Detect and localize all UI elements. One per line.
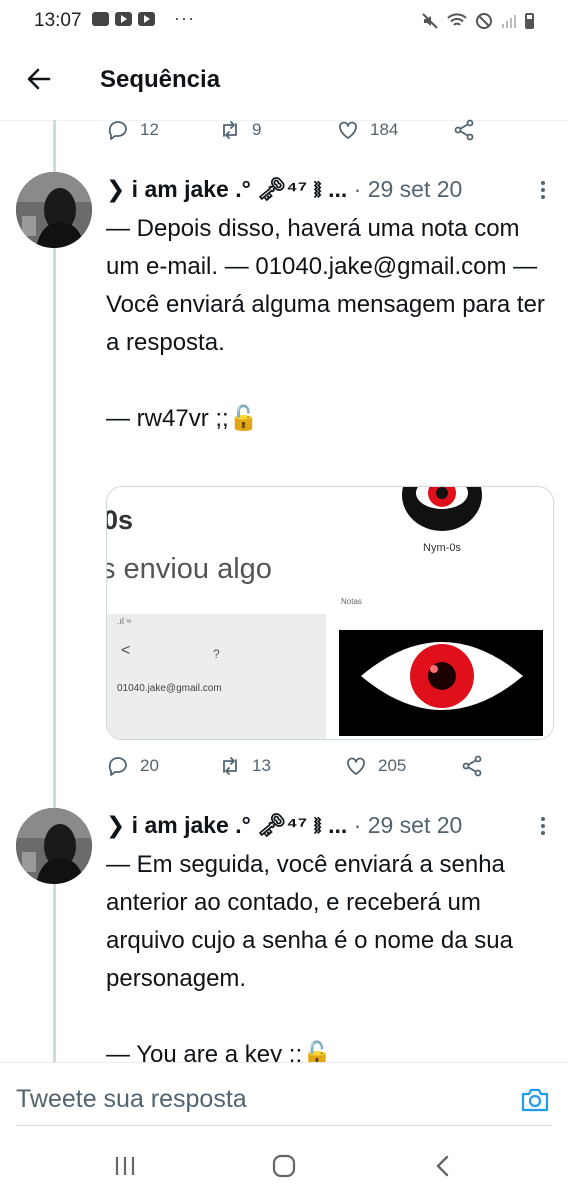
media-1-title: 0s bbox=[107, 505, 134, 535]
status-bar: 13:07 ··· bbox=[0, 0, 568, 44]
app-header: Sequência bbox=[0, 44, 568, 121]
media-3-back-icon: < bbox=[121, 642, 131, 659]
reply-icon bbox=[108, 757, 127, 776]
camera-icon[interactable] bbox=[520, 1085, 550, 1115]
tweet-date[interactable]: · 29 set 20 bbox=[347, 812, 463, 838]
tweet-text: — Em seguida, você enviará a senha anter… bbox=[106, 846, 546, 1062]
avatar-image bbox=[16, 172, 92, 248]
wifi-icon bbox=[447, 13, 467, 26]
media-grid[interactable]: 0s s enviou algo Nym-0s Notas .ıl ≈ < ? … bbox=[106, 486, 554, 740]
like-action[interactable]: 205 bbox=[344, 754, 460, 778]
reply-input[interactable]: Tweete sua resposta bbox=[16, 1085, 247, 1114]
tweet-body: — Depois disso, haverá uma nota com um e… bbox=[106, 215, 545, 432]
heart-icon bbox=[347, 757, 365, 775]
red-eye-image bbox=[339, 630, 543, 736]
thread-connector-line bbox=[53, 120, 56, 1068]
composer-underline bbox=[16, 1125, 552, 1126]
system-navigation-bar bbox=[0, 1132, 568, 1200]
page-title: Sequência bbox=[100, 66, 221, 93]
back-arrow-icon[interactable] bbox=[24, 64, 54, 94]
gallery-notification-icon bbox=[92, 12, 109, 26]
more-options-icon[interactable] bbox=[540, 817, 546, 837]
notes-label: Notas bbox=[341, 597, 362, 606]
signal-icon bbox=[502, 15, 516, 28]
tweet-text: — Depois disso, haverá uma nota com um e… bbox=[106, 210, 546, 438]
retweet-count: 13 bbox=[252, 756, 271, 775]
reply-count: 20 bbox=[140, 756, 159, 775]
author-name[interactable]: ❯ i am jake .° 🗝⁴⁷ ⧚ ... bbox=[106, 176, 347, 202]
home-icon[interactable] bbox=[269, 1154, 299, 1178]
reply-composer: Tweete sua resposta bbox=[0, 1062, 568, 1133]
retweet-icon bbox=[223, 121, 237, 139]
media-image-4[interactable] bbox=[331, 614, 553, 739]
share-icon bbox=[462, 755, 482, 777]
more-options-icon[interactable] bbox=[540, 181, 546, 201]
recent-apps-icon[interactable] bbox=[110, 1154, 140, 1178]
tweet-body: — Em seguida, você enviará a senha anter… bbox=[106, 851, 513, 1062]
share-action[interactable] bbox=[452, 118, 476, 142]
no-sim-icon bbox=[476, 13, 492, 29]
reply-action[interactable]: 12 bbox=[106, 118, 218, 142]
media-image-2[interactable]: Nym-0s Notas bbox=[331, 487, 553, 609]
status-time: 13:07 bbox=[34, 10, 82, 31]
youtube-notification-icon bbox=[115, 12, 132, 26]
reply-icon bbox=[108, 121, 127, 140]
heart-icon bbox=[339, 121, 357, 139]
signal-wifi-icon: .ıl ≈ bbox=[117, 616, 132, 626]
media-image-3[interactable]: .ıl ≈ < ? 01040.jake@gmail.com bbox=[107, 614, 326, 739]
youtube-notification-icon-2 bbox=[138, 12, 155, 26]
avatar[interactable] bbox=[16, 172, 92, 248]
tweet-header: ❯ i am jake .° 🗝⁴⁷ ⧚ ... · 29 set 20 bbox=[106, 812, 462, 839]
reply-count: 12 bbox=[140, 120, 159, 139]
share-action[interactable] bbox=[460, 754, 484, 778]
mute-icon bbox=[422, 13, 438, 29]
back-nav-icon[interactable] bbox=[428, 1154, 458, 1178]
retweet-action[interactable]: 13 bbox=[218, 754, 344, 778]
more-notifications-icon: ··· bbox=[174, 8, 195, 28]
retweet-count: 9 bbox=[252, 120, 262, 139]
retweet-icon bbox=[223, 757, 237, 775]
like-count: 184 bbox=[370, 120, 399, 139]
like-action[interactable]: 184 bbox=[336, 118, 452, 142]
avatar-image bbox=[16, 808, 92, 884]
retweet-action[interactable]: 9 bbox=[218, 118, 336, 142]
media-3-email: 01040.jake@gmail.com bbox=[117, 683, 222, 694]
tweet-actions: 20 13 205 bbox=[106, 752, 484, 780]
tweet-date[interactable]: · 29 set 20 bbox=[347, 176, 463, 202]
avatar[interactable] bbox=[16, 808, 92, 884]
like-count: 205 bbox=[378, 756, 407, 775]
notification-icons bbox=[92, 12, 155, 26]
profile-name: Nym-0s bbox=[423, 542, 461, 554]
media-image-1[interactable]: 0s s enviou algo bbox=[107, 487, 326, 609]
author-name[interactable]: ❯ i am jake .° 🗝⁴⁷ ⧚ ... bbox=[106, 812, 347, 838]
battery-icon bbox=[525, 13, 534, 29]
eye-profile-icon bbox=[402, 487, 482, 531]
media-1-subtitle: s enviou algo bbox=[107, 553, 272, 585]
previous-tweet-actions: 12 9 184 bbox=[106, 116, 476, 144]
media-3-question: ? bbox=[213, 647, 220, 661]
tweet-header: ❯ i am jake .° 🗝⁴⁷ ⧚ ... · 29 set 20 bbox=[106, 176, 462, 203]
share-icon bbox=[454, 119, 474, 141]
reply-action[interactable]: 20 bbox=[106, 754, 218, 778]
system-icons bbox=[421, 12, 534, 30]
